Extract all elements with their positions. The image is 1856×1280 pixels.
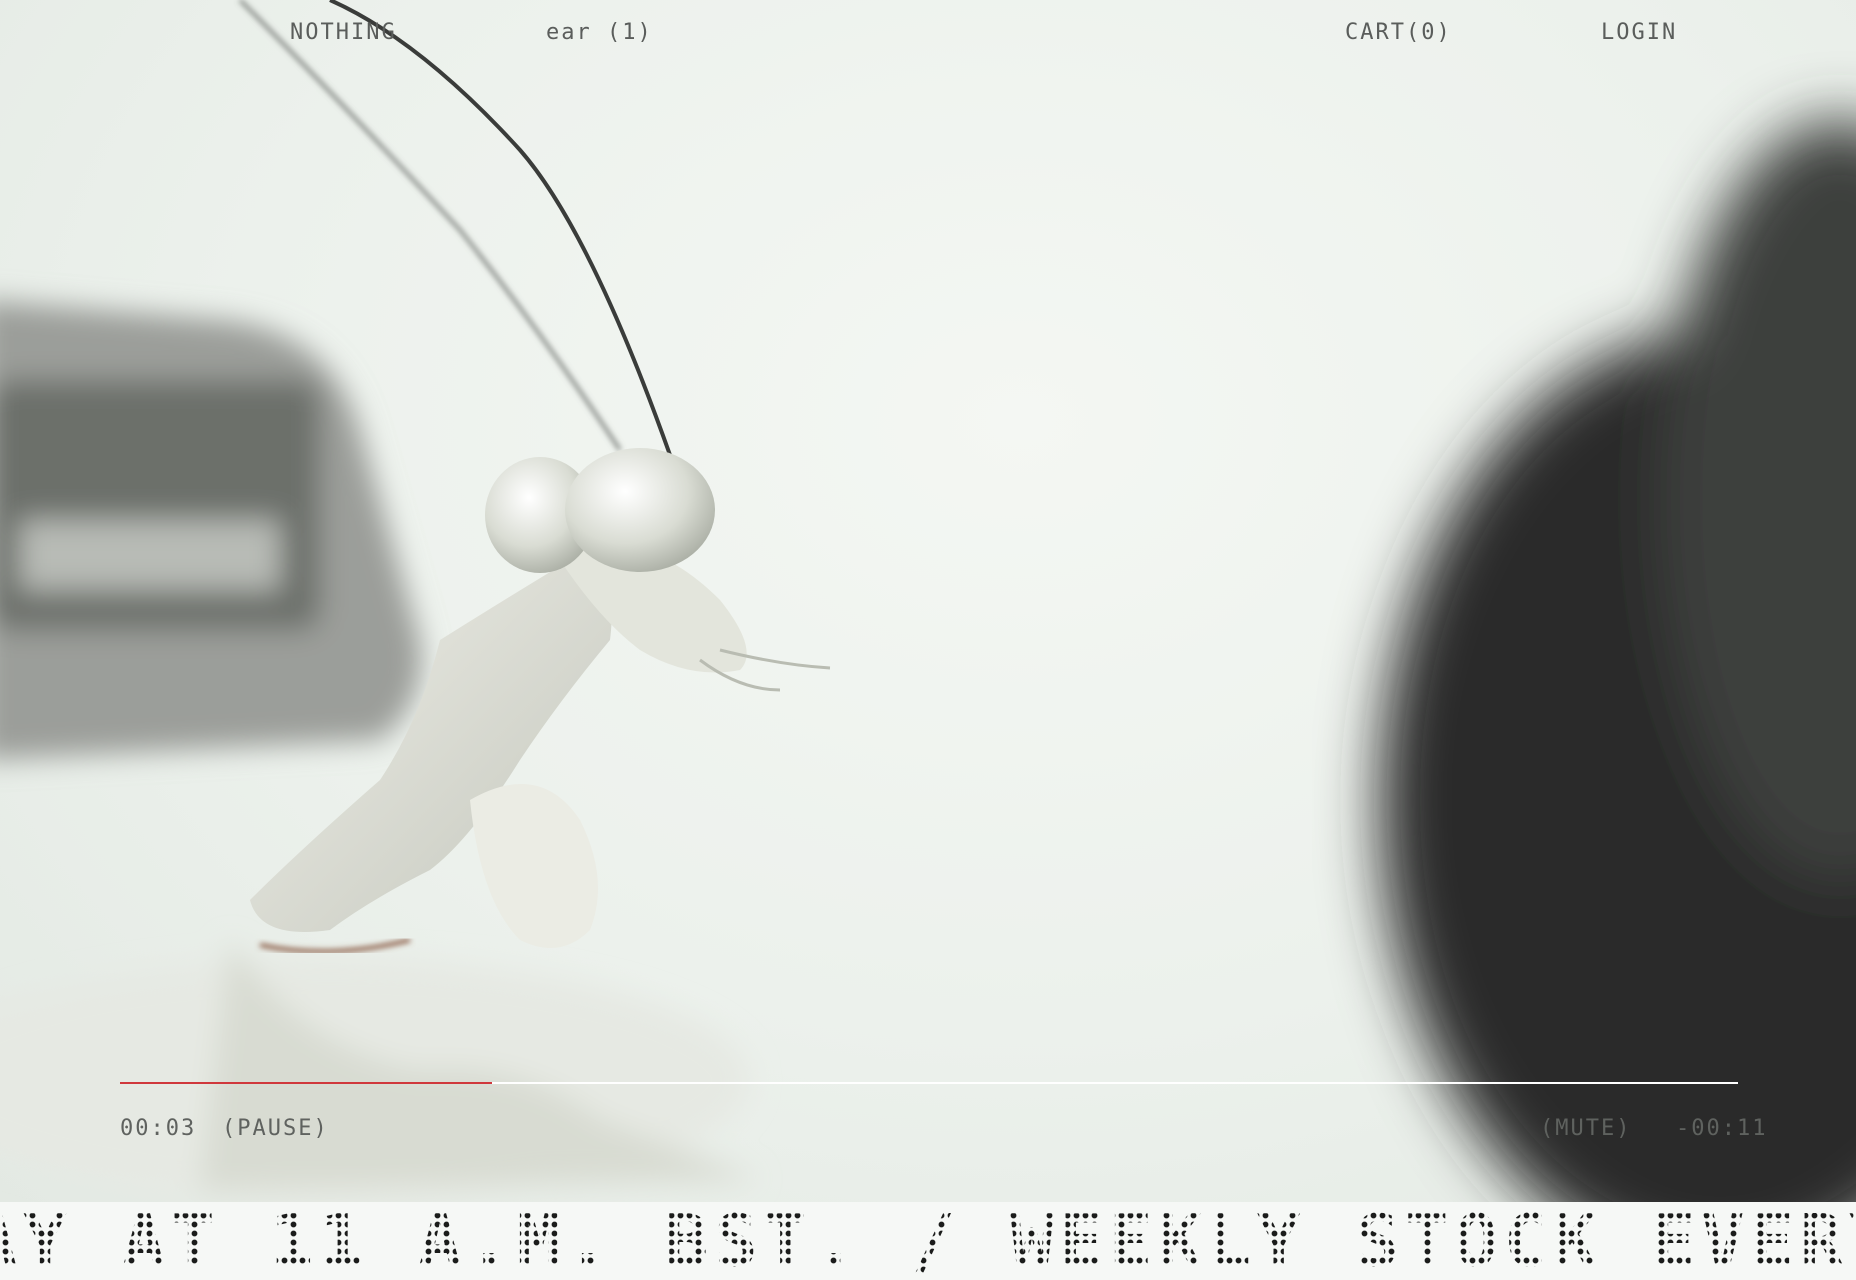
announcement-ticker: AY AT 11 A.M. BST. / WEEKLY STOCK EVERY … — [0, 1202, 1856, 1280]
blurred-foreground-object — [1380, 120, 1856, 1202]
floor-reflection — [0, 940, 760, 1200]
blurred-background-object — [0, 301, 422, 759]
remaining-time: -00:11 — [1676, 1116, 1768, 1141]
nav-link-product[interactable]: ear (1) — [546, 18, 653, 48]
elapsed-time: 00:03 — [120, 1116, 197, 1141]
video-progress-fill — [120, 1082, 493, 1084]
nothing-logo[interactable]: NOTHING — [290, 18, 397, 48]
antenna-icon — [329, 0, 672, 456]
login-link[interactable]: LOGIN — [1601, 18, 1677, 48]
mute-button[interactable]: (MUTE) — [1540, 1114, 1631, 1144]
ticker-text: AY AT 11 A.M. BST. / WEEKLY STOCK EVERY … — [0, 1202, 1856, 1280]
video-progress-bar[interactable] — [120, 1082, 1738, 1084]
pause-button[interactable]: (PAUSE) — [222, 1114, 329, 1144]
cart-link[interactable]: CART(0) — [1345, 18, 1452, 48]
hero-video[interactable]: NOTHING ear (1) CART(0) LOGIN 00:03 (PAU… — [0, 0, 1856, 1202]
video-frame-illustration — [0, 0, 1856, 1202]
